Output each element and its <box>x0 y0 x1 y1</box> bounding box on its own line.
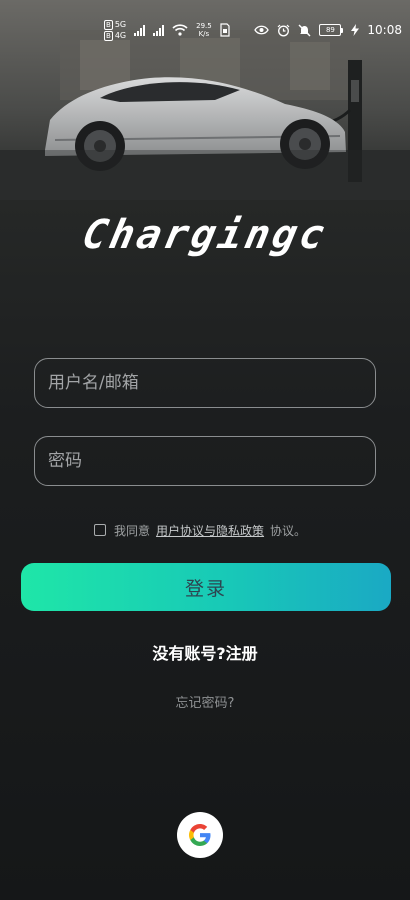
battery-level: 89 <box>319 24 342 36</box>
google-icon <box>189 824 211 846</box>
register-link[interactable]: 没有账号?注册 <box>0 640 410 664</box>
sim-card-icon <box>220 23 230 37</box>
terms-privacy-link[interactable]: 用户协议与隐私政策 <box>156 522 264 539</box>
sim2-label: B <box>104 30 113 41</box>
battery-indicator: 89 <box>319 24 344 36</box>
sim1-label: B <box>104 19 113 30</box>
username-input[interactable] <box>35 359 375 407</box>
battery-tip <box>341 27 344 33</box>
app-logo: Chargingc <box>78 212 332 258</box>
clock: 10:08 <box>367 23 402 37</box>
username-field[interactable] <box>34 358 376 408</box>
google-login-button[interactable] <box>177 812 223 858</box>
status-bar: B 5G B 4G 29.5 K/s 89 10:08 <box>0 0 410 60</box>
status-left: B 5G B 4G 29.5 K/s <box>104 16 230 44</box>
network-speed-value: 29.5 <box>196 22 212 30</box>
charging-bolt-icon <box>351 24 360 36</box>
sim2-network: 4G <box>114 31 127 40</box>
eye-icon <box>254 25 270 35</box>
alarm-icon <box>277 24 290 36</box>
password-input[interactable] <box>35 437 375 485</box>
signal-icon <box>153 24 165 36</box>
signal-icon <box>134 24 146 36</box>
status-right: 89 10:08 <box>254 16 402 44</box>
wifi-icon <box>172 24 188 36</box>
sim2-indicator: B 4G <box>104 30 127 41</box>
network-speed: 29.5 K/s <box>196 22 212 38</box>
agreement-row: 我同意 用户协议与隐私政策 协议。 <box>94 520 306 540</box>
login-screen: B 5G B 4G 29.5 K/s 89 10:08 Chargingc 用户… <box>0 0 410 900</box>
sim-indicators: B 5G B 4G <box>104 19 127 41</box>
agree-suffix: 协议。 <box>270 523 307 538</box>
password-field[interactable] <box>34 436 376 486</box>
sim1-indicator: B 5G <box>104 19 127 30</box>
forgot-password-link[interactable]: 忘记密码? <box>0 692 410 711</box>
agree-prefix: 我同意 <box>114 523 151 538</box>
sim1-network: 5G <box>114 20 127 29</box>
login-button[interactable]: 登录 <box>21 563 391 611</box>
network-speed-unit: K/s <box>198 30 210 38</box>
mute-icon <box>298 24 311 36</box>
agree-checkbox[interactable] <box>94 524 106 536</box>
